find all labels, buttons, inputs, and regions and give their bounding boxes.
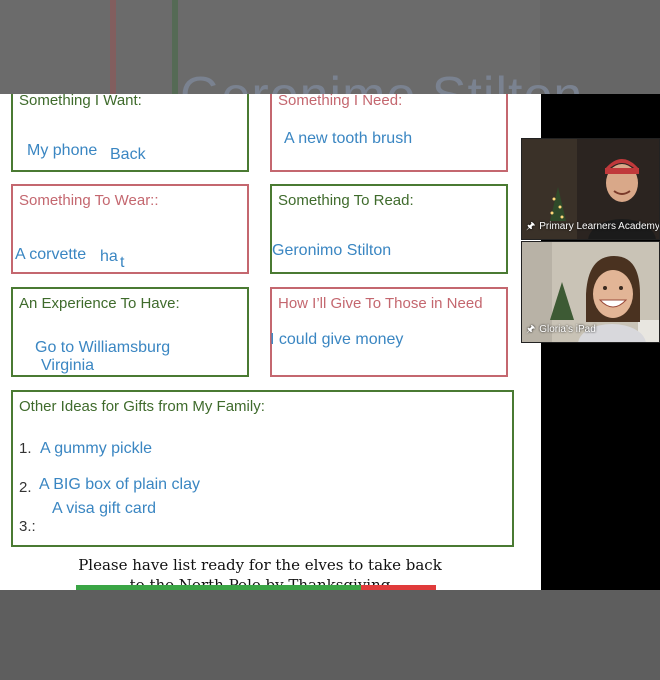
need-box: Something I Need: A new tooth brush xyxy=(270,94,508,172)
idea-item: A visa gift card xyxy=(52,500,157,517)
list-number: 1. xyxy=(19,440,32,457)
want-answer: My phone xyxy=(27,142,98,159)
wear-label: Something To Wear:: xyxy=(19,192,159,209)
experience-label: An Experience To Have: xyxy=(19,295,180,312)
footer-instruction: Please have list ready for the elves to … xyxy=(78,556,442,574)
backdrop-stripe xyxy=(172,0,178,94)
participant-tile[interactable]: 🖈 Gloria’s iPad xyxy=(521,241,660,343)
idea-item: A gummy pickle xyxy=(40,440,153,457)
pin-icon: 🖈 xyxy=(526,221,536,232)
give-box: How I’ll Give To Those in Need I could g… xyxy=(270,287,508,377)
wear-box: Something To Wear:: A corvette ha t xyxy=(11,184,249,274)
wear-answer-extra: t xyxy=(120,254,125,271)
give-label: How I’ll Give To Those in Need xyxy=(278,295,483,312)
top-backdrop: Geronimo Stilton xyxy=(0,0,660,94)
shared-slide: Something I Want: My phone Back Somethin… xyxy=(0,94,541,590)
read-label: Something To Read: xyxy=(278,192,414,209)
participant-tile[interactable]: 🖈 Primary Learners Academy xyxy=(521,138,660,240)
need-label: Something I Need: xyxy=(278,94,403,109)
bottom-backdrop xyxy=(0,590,660,680)
backdrop-title: Geronimo Stilton xyxy=(180,66,583,94)
read-box: Something To Read: Geronimo Stilton xyxy=(270,184,508,274)
give-answer: I could give money xyxy=(270,331,404,348)
progress-bar-red xyxy=(361,585,436,590)
need-answer: A new tooth brush xyxy=(284,130,413,147)
wear-answer-extra: ha xyxy=(100,248,118,265)
wear-answer: A corvette xyxy=(15,246,87,263)
list-number: 2. xyxy=(19,479,32,496)
participant-name: 🖈 Gloria’s iPad xyxy=(526,322,596,339)
want-label: Something I Want: xyxy=(19,94,142,109)
read-answer: Geronimo Stilton xyxy=(272,242,392,259)
want-answer-extra: Back xyxy=(110,146,146,163)
pin-icon: 🖈 xyxy=(526,324,536,335)
participant-name: 🖈 Primary Learners Academy xyxy=(526,219,659,236)
want-box: Something I Want: My phone Back xyxy=(11,94,249,172)
experience-answer: Go to Williamsburg xyxy=(35,339,171,356)
backdrop-stripe xyxy=(110,0,116,94)
progress-bar-green xyxy=(76,585,361,590)
experience-box: An Experience To Have: Go to Williamsbur… xyxy=(11,287,249,377)
other-ideas-box: Other Ideas for Gifts from My Family: 1.… xyxy=(11,390,514,547)
other-ideas-label: Other Ideas for Gifts from My Family: xyxy=(19,398,265,415)
experience-answer-line2: Virginia xyxy=(41,357,95,374)
list-number: 3.: xyxy=(19,518,36,535)
idea-item: A BIG box of plain clay xyxy=(39,476,200,493)
